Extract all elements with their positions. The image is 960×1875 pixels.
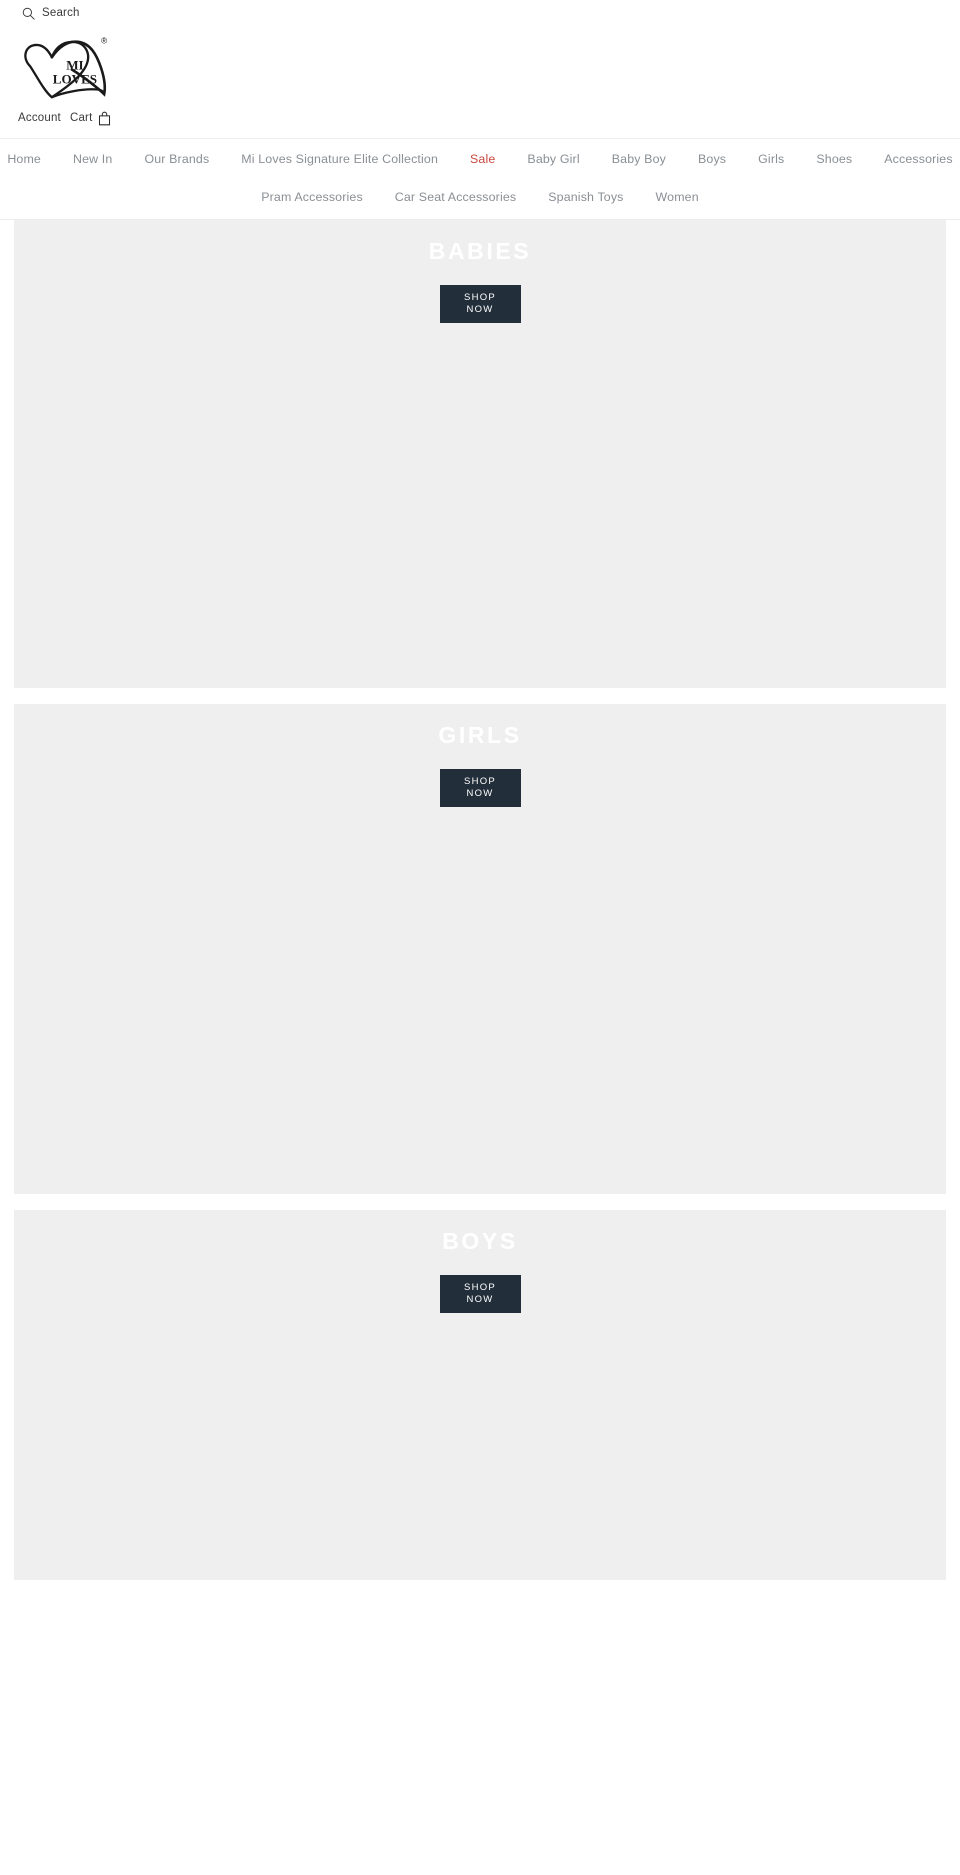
nav-item-mi-loves-signature-elite-collection[interactable]: Mi Loves Signature Elite Collection bbox=[225, 148, 454, 171]
promo-banner-stack: BABIES SHOP NOW GIRLS SHOP NOW BOYS SHOP… bbox=[0, 219, 960, 1580]
nav-item-home[interactable]: Home bbox=[0, 148, 57, 171]
shop-now-line1: SHOP bbox=[463, 292, 497, 304]
account-link[interactable]: Account bbox=[18, 112, 61, 124]
logo-text-mi: MI bbox=[66, 58, 83, 73]
nav-item-new-in[interactable]: New In bbox=[57, 148, 128, 171]
brand-logo-link[interactable]: MI LOVES ® bbox=[18, 32, 118, 104]
nav-item-our-brands[interactable]: Our Brands bbox=[128, 148, 225, 171]
shop-now-line2: NOW bbox=[466, 788, 494, 800]
shop-now-button-babies[interactable]: SHOP NOW bbox=[439, 285, 521, 324]
search-link[interactable]: Search bbox=[22, 7, 80, 20]
nav-item-sale[interactable]: Sale bbox=[454, 148, 511, 171]
logo-text-loves: LOVES bbox=[53, 71, 97, 86]
cart-link[interactable]: Cart bbox=[70, 111, 112, 126]
account-cart-row: Account Cart bbox=[0, 108, 960, 138]
logo-block: MI LOVES ® bbox=[0, 26, 960, 108]
promo-banner-babies[interactable]: BABIES SHOP NOW bbox=[14, 219, 946, 688]
cart-label: Cart bbox=[69, 112, 93, 124]
shopping-bag-icon bbox=[98, 111, 111, 126]
search-label: Search bbox=[42, 7, 80, 19]
nav-item-accessories[interactable]: Accessories bbox=[868, 148, 960, 171]
utility-bar: Search bbox=[0, 0, 960, 26]
shop-now-line2: NOW bbox=[466, 1294, 494, 1306]
banner-title-boys: BOYS bbox=[442, 1227, 518, 1254]
banner-content-boys: BOYS SHOP NOW bbox=[14, 1210, 946, 1314]
registered-mark-icon: ® bbox=[101, 35, 108, 45]
shop-now-line2: NOW bbox=[466, 304, 494, 316]
nav-item-boys[interactable]: Boys bbox=[682, 148, 742, 171]
nav-item-car-seat-accessories[interactable]: Car Seat Accessories bbox=[379, 186, 532, 209]
banner-content-girls: GIRLS SHOP NOW bbox=[14, 704, 946, 808]
banner-title-girls: GIRLS bbox=[438, 721, 522, 748]
nav-item-girls[interactable]: Girls bbox=[742, 148, 800, 171]
main-navigation: Home New In Our Brands Mi Loves Signatur… bbox=[0, 139, 960, 220]
promo-banner-girls[interactable]: GIRLS SHOP NOW bbox=[14, 703, 946, 1194]
promo-banner-boys[interactable]: BOYS SHOP NOW bbox=[14, 1209, 946, 1580]
nav-item-pram-accessories[interactable]: Pram Accessories bbox=[245, 186, 379, 209]
banner-title-babies: BABIES bbox=[428, 237, 532, 264]
nav-item-baby-boy[interactable]: Baby Boy bbox=[596, 148, 682, 171]
nav-item-baby-girl[interactable]: Baby Girl bbox=[511, 148, 595, 171]
shop-now-line1: SHOP bbox=[463, 776, 497, 788]
shop-now-line1: SHOP bbox=[463, 1282, 497, 1294]
shop-now-button-girls[interactable]: SHOP NOW bbox=[439, 769, 521, 808]
banner-content-babies: BABIES SHOP NOW bbox=[14, 220, 946, 324]
nav-item-spanish-toys[interactable]: Spanish Toys bbox=[532, 186, 639, 209]
nav-item-women[interactable]: Women bbox=[640, 186, 715, 209]
shop-now-button-boys[interactable]: SHOP NOW bbox=[439, 1275, 521, 1314]
nav-row-primary: Home New In Our Brands Mi Loves Signatur… bbox=[0, 148, 960, 171]
brand-logo: MI LOVES ® bbox=[24, 35, 108, 99]
search-icon bbox=[22, 7, 35, 20]
nav-row-secondary: Pram Accessories Car Seat Accessories Sp… bbox=[0, 186, 960, 209]
nav-item-shoes[interactable]: Shoes bbox=[800, 148, 868, 171]
